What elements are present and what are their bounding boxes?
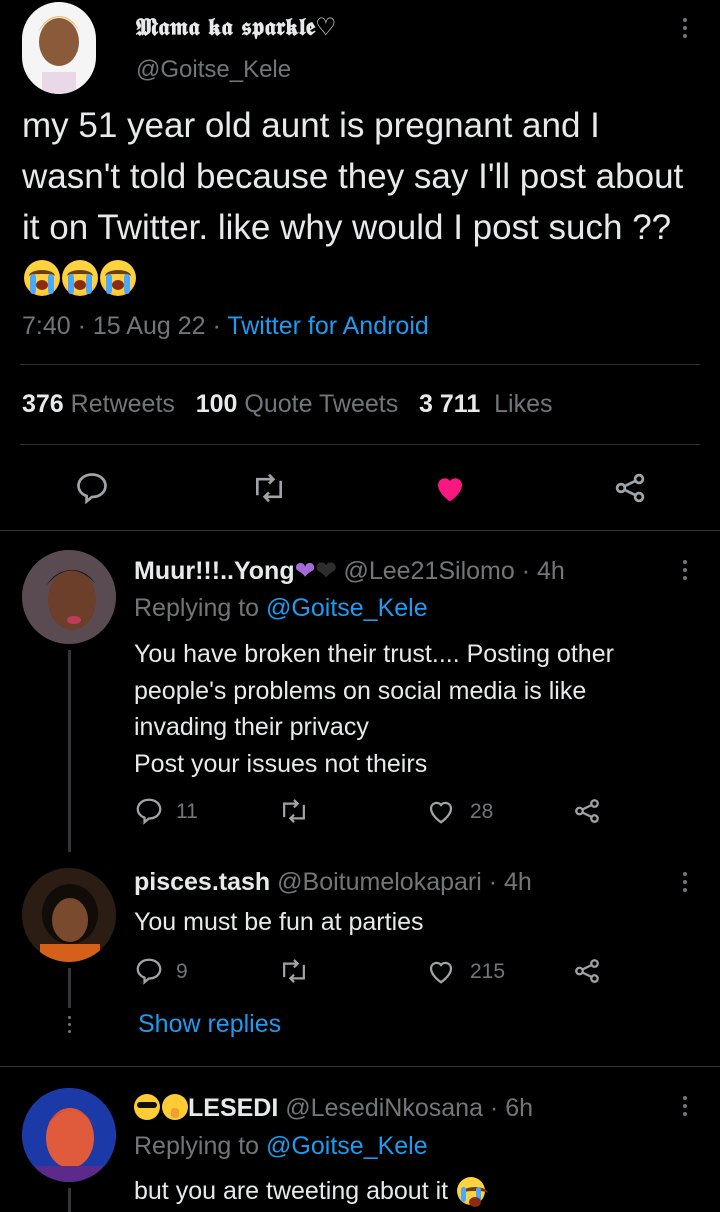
quotes-label: Quote Tweets (244, 390, 399, 418)
crying-face-icon (100, 260, 136, 296)
tweet-time: 7:40 (22, 312, 71, 340)
author-handle[interactable]: @Goitse_Kele (136, 56, 291, 84)
replying-to-label: Replying to (134, 594, 260, 622)
like-icon[interactable] (426, 956, 456, 991)
tweet-meta: 7:40 · 15 Aug 22 · Twitter for Android (22, 312, 429, 341)
meta-separator: · (77, 312, 86, 340)
shushing-face-icon (162, 1094, 188, 1120)
crying-face-icon (457, 1177, 489, 1207)
reply-text: You must be fun at parties (134, 904, 424, 940)
retweet-icon[interactable] (278, 956, 310, 991)
more-options-icon[interactable] (682, 872, 688, 892)
tweet-text: my 51 year old aunt is pregnant and I wa… (22, 100, 698, 304)
reply-text-line: You must be fun at parties (134, 908, 424, 936)
reply-text: You have broken their trust.... Posting … (134, 636, 614, 782)
likes-count: 3 711 (419, 390, 481, 418)
reply-text-line: people's problems on social media is lik… (134, 676, 587, 705)
reply-icon[interactable] (134, 796, 164, 831)
meta-separator: · (489, 1094, 499, 1122)
share-icon[interactable] (612, 470, 648, 511)
reply-time: 4h (537, 557, 565, 585)
retweets-label: Retweets (70, 390, 175, 418)
reply-header: Muur!!!..Yong❤❤ @Lee21Silomo · 4h (134, 556, 565, 586)
tweet-source-link[interactable]: Twitter for Android (227, 312, 428, 340)
replying-to: Replying to @Goitse_Kele (134, 1132, 428, 1161)
share-icon[interactable] (572, 796, 602, 831)
black-heart-icon: ❤ (315, 557, 337, 585)
reply-text-line: but you are tweeting about it (134, 1177, 449, 1205)
sunglasses-face-icon (134, 1094, 160, 1120)
reply-action-bar: 9 215 (134, 956, 614, 988)
reply-icon[interactable] (134, 956, 164, 991)
replying-to-handle[interactable]: @Goitse_Kele (266, 1132, 428, 1160)
share-icon[interactable] (572, 956, 602, 991)
replying-to: Replying to @Goitse_Kele (134, 594, 428, 623)
reply-author-handle[interactable]: @Lee21Silomo (343, 557, 514, 585)
reply-author-name[interactable]: Muur!!!..Yong (134, 557, 295, 585)
tweet-stats: 376 Retweets 100 Quote Tweets 3 711 Like… (22, 390, 553, 419)
reply-icon[interactable] (74, 470, 110, 511)
author-name[interactable]: 𝕸𝖆𝖒𝖆 𝖐𝖆 𝖘𝖕𝖆𝖗𝖐𝖑𝖊♡ (136, 12, 337, 41)
more-options-icon[interactable] (682, 18, 688, 38)
meta-separator: · (212, 312, 221, 340)
reply-text: but you are tweeting about it (134, 1174, 489, 1208)
reply-text-line: You have broken their trust.... Posting … (134, 640, 614, 668)
reply-author-name[interactable]: LESEDI (188, 1094, 278, 1122)
reply-action-bar: 11 28 (134, 796, 614, 828)
likes-stat[interactable]: 3 711 Likes (419, 390, 552, 418)
like-icon[interactable] (426, 796, 456, 831)
quotes-stat[interactable]: 100 Quote Tweets (196, 390, 398, 418)
crying-face-icon (24, 260, 60, 296)
crying-face-icon (62, 260, 98, 296)
reply-avatar[interactable] (22, 550, 116, 644)
replying-to-label: Replying to (134, 1132, 260, 1160)
purple-heart-icon: ❤ (294, 557, 316, 585)
reply-avatar[interactable] (22, 868, 116, 962)
like-count: 28 (470, 800, 494, 823)
reply-time: 4h (504, 868, 532, 896)
retweet-icon[interactable] (278, 796, 310, 831)
meta-separator: · (488, 868, 498, 896)
show-replies-link[interactable]: Show replies (138, 1010, 281, 1039)
more-options-icon[interactable] (682, 560, 688, 580)
retweet-icon[interactable] (250, 470, 288, 511)
quotes-count: 100 (195, 390, 238, 418)
reply-count: 11 (176, 800, 198, 823)
reply-author-name[interactable]: pisces.tash (134, 868, 270, 896)
tweet-date: 15 Aug 22 (92, 312, 206, 340)
likes-label: Likes (494, 390, 553, 418)
replying-to-handle[interactable]: @Goitse_Kele (266, 594, 428, 622)
retweets-stat[interactable]: 376 Retweets (22, 390, 175, 418)
reply-avatar[interactable] (22, 1088, 116, 1182)
retweets-count: 376 (22, 390, 64, 418)
reply-count: 9 (176, 960, 188, 983)
more-options-icon[interactable] (682, 1096, 688, 1116)
reply-text-line: invading their privacy (134, 713, 369, 741)
collapsed-thread-icon (66, 1016, 72, 1033)
like-count: 215 (470, 960, 506, 983)
meta-separator: · (521, 557, 531, 585)
reply-header: LESEDI @LesediNkosana · 6h (134, 1094, 533, 1123)
reply-time: 6h (505, 1094, 534, 1122)
reply-author-handle[interactable]: @Boitumelokapari (277, 868, 482, 896)
tweet-text-body: my 51 year old aunt is pregnant and I wa… (22, 106, 684, 247)
reply-author-handle[interactable]: @LesediNkosana (285, 1094, 483, 1122)
author-avatar[interactable] (22, 2, 96, 94)
reply-header: pisces.tash @Boitumelokapari · 4h (134, 868, 532, 897)
reply-text-line: Post your issues not theirs (134, 749, 428, 778)
like-icon[interactable] (432, 470, 468, 511)
